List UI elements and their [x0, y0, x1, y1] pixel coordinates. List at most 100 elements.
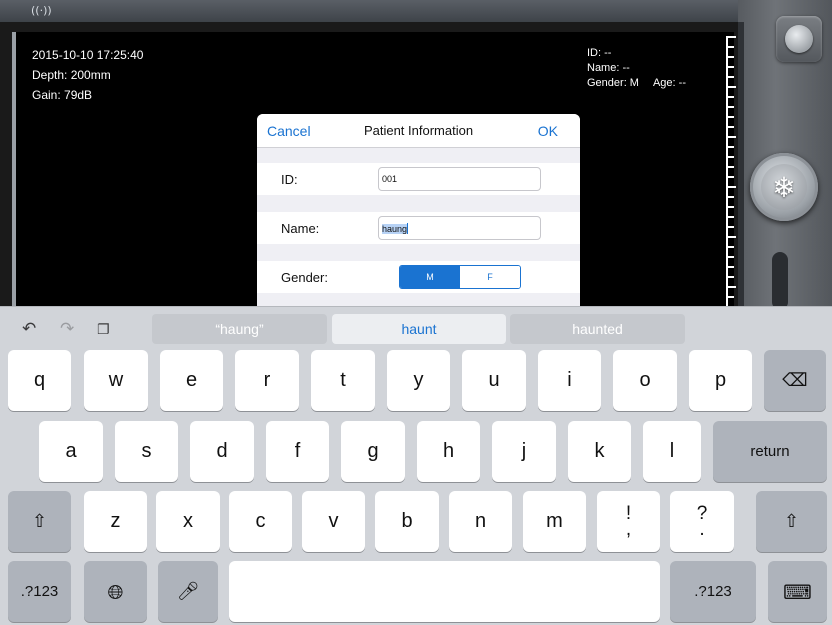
hide-keyboard-key[interactable]: ⌨ [768, 561, 827, 622]
signal-icon: ((·)) [31, 4, 52, 17]
power-button[interactable] [776, 16, 822, 62]
space-bar[interactable] [229, 561, 660, 622]
return-key[interactable]: return [713, 421, 827, 482]
shift-icon: ⇧ [783, 511, 800, 532]
key-w[interactable]: w [84, 350, 148, 411]
panel-groove [738, 22, 744, 310]
ruler-tick [728, 116, 734, 118]
gender-row: Gender: M F [257, 261, 580, 293]
key-e[interactable]: e [160, 350, 223, 411]
ruler-tick [728, 146, 734, 148]
gain-slider[interactable] [772, 252, 788, 310]
key-s[interactable]: s [115, 421, 178, 482]
gender-option-m[interactable]: M [400, 266, 460, 288]
ruler-tick [728, 86, 736, 88]
gender-option-f[interactable]: F [460, 266, 520, 288]
key-t[interactable]: t [311, 350, 375, 411]
depth-ruler [726, 36, 736, 306]
keyboard-dismiss-icon: ⌨ [783, 579, 812, 604]
key-comma-label: , [625, 518, 632, 540]
ruler-tick [728, 246, 734, 248]
ruler-tick [728, 296, 734, 298]
name-field[interactable]: haung [378, 216, 541, 240]
id-label: ID: [281, 172, 298, 187]
key-f[interactable]: f [266, 421, 329, 482]
key-exclaim-comma[interactable]: !, [597, 491, 660, 552]
top-bar: ((·)) [0, 0, 832, 22]
key-d[interactable]: d [190, 421, 254, 482]
numbers-key-right[interactable]: .?123 [670, 561, 756, 622]
shift-icon: ⇧ [31, 511, 48, 532]
dialog-header: Cancel Patient Information OK [257, 114, 580, 148]
shift-key-right[interactable]: ⇧ [756, 491, 827, 552]
key-u[interactable]: u [462, 350, 526, 411]
redo-icon[interactable]: ↷ [60, 319, 74, 339]
key-c[interactable]: c [229, 491, 292, 552]
ruler-tick [728, 156, 734, 158]
suggestion-literal[interactable]: “haung” [152, 314, 327, 344]
ruler-tick [728, 176, 734, 178]
freeze-button[interactable]: ❄ [750, 153, 818, 221]
ruler-tick [728, 226, 734, 228]
ruler-tick [728, 136, 736, 138]
name-label: Name: [281, 221, 320, 236]
scan-depth: Depth: 200mm [32, 68, 111, 82]
key-v[interactable]: v [302, 491, 365, 552]
delete-icon: ⌫ [782, 370, 808, 391]
key-b[interactable]: b [375, 491, 439, 552]
key-x[interactable]: x [156, 491, 220, 552]
key-r[interactable]: r [235, 350, 299, 411]
ruler-tick [728, 66, 734, 68]
key-n[interactable]: n [449, 491, 512, 552]
id-field[interactable]: 001 [378, 167, 541, 191]
key-k[interactable]: k [568, 421, 631, 482]
ruler-tick [728, 166, 734, 168]
shift-key-left[interactable]: ⇧ [8, 491, 71, 552]
ruler-tick [728, 76, 734, 78]
ruler-tick [728, 286, 736, 288]
suggestion-primary[interactable]: haunt [332, 314, 506, 344]
dictation-key[interactable]: 🎤︎ [158, 561, 218, 622]
key-l[interactable]: l [643, 421, 701, 482]
ruler-tick [728, 36, 736, 38]
undo-icon[interactable]: ↶ [22, 319, 36, 339]
key-o[interactable]: o [613, 350, 677, 411]
key-q[interactable]: q [8, 350, 71, 411]
overlay-age: Age: -- [652, 77, 686, 89]
key-m[interactable]: m [523, 491, 586, 552]
key-h[interactable]: h [417, 421, 480, 482]
key-a[interactable]: a [39, 421, 103, 482]
suggestion-alt[interactable]: haunted [510, 314, 685, 344]
overlay-gender: Gender: M [587, 77, 639, 89]
gender-label: Gender: [281, 270, 328, 285]
ruler-tick [728, 196, 734, 198]
ruler-tick [728, 46, 734, 48]
ruler-tick [728, 106, 734, 108]
ok-button[interactable]: OK [538, 123, 558, 139]
ruler-tick [728, 96, 734, 98]
ruler-tick [728, 266, 734, 268]
patient-info-overlay: ID: -- Name: -- Gender: M Age: -- [587, 46, 686, 91]
name-row: Name: haung [257, 212, 580, 244]
scan-info: 2015-10-10 17:25:40 Depth: 200mm Gain: 7… [32, 45, 143, 105]
ruler-tick [728, 186, 736, 188]
key-y[interactable]: y [387, 350, 450, 411]
gender-segmented-control: M F [399, 265, 521, 289]
id-row: ID: 001 [257, 163, 580, 195]
id-field-value: 001 [382, 174, 398, 184]
microphone-icon: 🎤︎ [176, 581, 200, 602]
key-g[interactable]: g [341, 421, 405, 482]
key-i[interactable]: i [538, 350, 601, 411]
numbers-key-left[interactable]: .?123 [8, 561, 71, 622]
snowflake-icon: ❄ [761, 164, 807, 210]
ruler-tick [728, 56, 734, 58]
globe-icon: 🌐︎ [107, 579, 124, 604]
key-p[interactable]: p [689, 350, 752, 411]
globe-key[interactable]: 🌐︎ [84, 561, 147, 622]
key-j[interactable]: j [492, 421, 556, 482]
name-field-value: haung [382, 224, 408, 234]
key-question-period[interactable]: ?. [670, 491, 734, 552]
paste-icon[interactable]: ❐ [97, 322, 110, 338]
key-z[interactable]: z [84, 491, 147, 552]
backspace-key[interactable]: ⌫ [764, 350, 826, 411]
